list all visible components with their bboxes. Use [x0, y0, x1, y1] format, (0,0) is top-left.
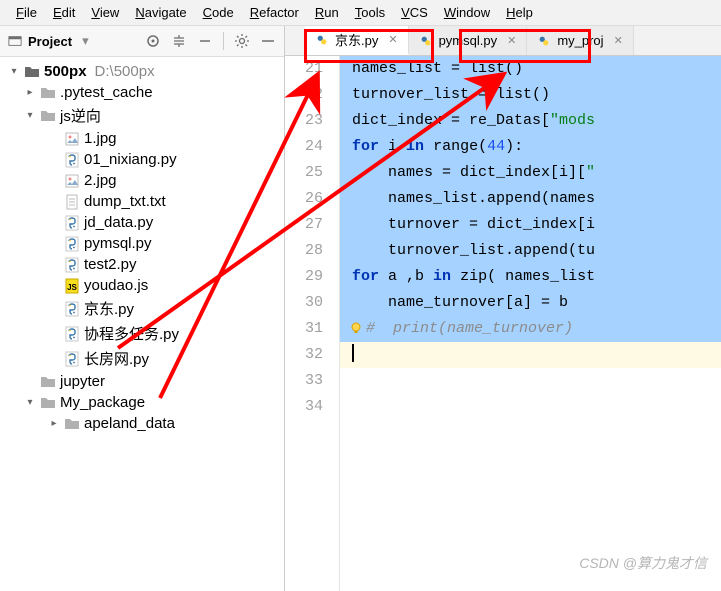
tree-root[interactable]: ▾ 500px D:\500px — [0, 61, 284, 82]
tree-root-name: 500px — [44, 63, 87, 80]
select-opened-file-icon[interactable] — [145, 33, 161, 49]
tree-item-label: pymsql.py — [84, 235, 152, 252]
code-line[interactable]: turnover_list.append(tu — [340, 238, 721, 264]
collapse-all-icon[interactable] — [197, 33, 213, 49]
python-file-icon — [537, 34, 551, 48]
tree-folder[interactable]: ▸ .pytest_cache — [0, 82, 284, 103]
menu-bar: FileEditViewNavigateCodeRefactorRunTools… — [0, 0, 721, 26]
code-line[interactable]: names_list.append(names — [340, 186, 721, 212]
tree-file[interactable]: 01_nixiang.py — [0, 149, 284, 170]
tree-file[interactable]: 长房网.py — [0, 346, 284, 371]
svg-text:JS: JS — [67, 283, 77, 292]
code-line[interactable]: turnover = dict_index[i — [340, 212, 721, 238]
tree-file[interactable]: test2.py — [0, 254, 284, 275]
tree-item-label: jupyter — [60, 373, 105, 390]
chevron-down-icon[interactable]: ▾ — [24, 397, 36, 408]
code-line[interactable]: for i in range(44): — [340, 134, 721, 160]
tree-folder[interactable]: jupyter — [0, 371, 284, 392]
tree-item-label: apeland_data — [84, 415, 175, 432]
watermark: CSDN @算力鬼才信 — [579, 553, 707, 573]
menu-run[interactable]: Run — [307, 3, 347, 22]
chevron-right-icon[interactable]: ▸ — [48, 418, 60, 429]
tree-item-label: js逆向 — [60, 105, 101, 126]
tree-item-label: 京东.py — [84, 298, 134, 319]
tree-item-label: 2.jpg — [84, 172, 117, 189]
chevron-right-icon[interactable]: ▸ — [24, 87, 36, 98]
menu-refactor[interactable]: Refactor — [242, 3, 307, 22]
tree-folder[interactable]: ▾ My_package — [0, 392, 284, 413]
tab-label: 京东.py — [335, 30, 378, 49]
code-line[interactable]: turnover_list = list() — [340, 82, 721, 108]
editor-tab[interactable]: 京东.py ✕ — [305, 26, 409, 55]
tree-file[interactable]: pymsql.py — [0, 233, 284, 254]
editor-tab[interactable]: pymsql.py ✕ — [409, 26, 528, 55]
menu-navigate[interactable]: Navigate — [127, 3, 194, 22]
close-icon[interactable]: ✕ — [614, 34, 623, 47]
code-line[interactable]: names_list = list() — [340, 56, 721, 82]
tree-file[interactable]: 京东.py — [0, 296, 284, 321]
tree-file[interactable]: 1.jpg — [0, 128, 284, 149]
folder-icon — [24, 64, 40, 80]
tree-item-label: jd_data.py — [84, 214, 153, 231]
editor-body[interactable]: 2122232425262728293031323334 names_list … — [285, 56, 721, 591]
project-panel-title: Project — [28, 34, 72, 49]
tree-file[interactable]: 协程多任务.py — [0, 321, 284, 346]
tab-label: my_proj — [557, 33, 603, 48]
chevron-down-icon[interactable]: ▾ — [24, 110, 36, 121]
code-line[interactable]: dict_index = re_Datas["mods — [340, 108, 721, 134]
code-line[interactable]: for a ,b in zip( names_list — [340, 264, 721, 290]
hide-panel-icon[interactable] — [260, 33, 276, 49]
python-file-icon — [419, 34, 433, 48]
tree-item-label: test2.py — [84, 256, 137, 273]
tree-item-label: .pytest_cache — [60, 84, 153, 101]
python-file-icon — [315, 33, 329, 47]
tree-item-label: 协程多任务.py — [84, 323, 179, 344]
code-line[interactable] — [340, 342, 721, 368]
project-panel: Project ▾ ▾ 500px D:\500px ▸ .pytest_cach… — [0, 26, 285, 591]
code-line[interactable]: name_turnover[a] = b — [340, 290, 721, 316]
intention-bulb-icon[interactable] — [349, 321, 363, 335]
close-icon[interactable]: ✕ — [507, 34, 516, 47]
tree-item-label: youdao.js — [84, 277, 148, 294]
menu-code[interactable]: Code — [195, 3, 242, 22]
gutter: 2122232425262728293031323334 — [285, 56, 340, 591]
code[interactable]: names_list = list()turnover_list = list(… — [340, 56, 721, 591]
editor-tab[interactable]: my_proj ✕ — [527, 26, 633, 55]
code-line[interactable] — [340, 368, 721, 394]
tree-folder[interactable]: ▸ apeland_data — [0, 413, 284, 434]
tree-item-label: 长房网.py — [84, 348, 149, 369]
tree-item-label: My_package — [60, 394, 145, 411]
code-line[interactable]: names = dict_index[i][" — [340, 160, 721, 186]
tree-item-label: 01_nixiang.py — [84, 151, 177, 168]
code-line[interactable]: # print(name_turnover) — [340, 316, 721, 342]
chevron-down-icon[interactable]: ▾ — [8, 66, 20, 77]
tab-label: pymsql.py — [439, 33, 498, 48]
project-panel-header: Project ▾ — [0, 26, 284, 57]
menu-file[interactable]: File — [8, 3, 45, 22]
close-icon[interactable]: ✕ — [388, 33, 397, 46]
project-icon — [8, 34, 22, 48]
project-tree[interactable]: ▾ 500px D:\500px ▸ .pytest_cache ▾ js逆向 1.jp… — [0, 57, 284, 591]
menu-window[interactable]: Window — [436, 3, 498, 22]
menu-edit[interactable]: Edit — [45, 3, 83, 22]
menu-help[interactable]: Help — [498, 3, 541, 22]
editor-area: 京东.py ✕ pymsql.py ✕ my_proj ✕ 212223242526272… — [285, 26, 721, 591]
tree-root-path: D:\500px — [95, 63, 155, 80]
tree-file[interactable]: JS youdao.js — [0, 275, 284, 296]
tree-folder[interactable]: ▾ js逆向 — [0, 103, 284, 128]
tree-file[interactable]: 2.jpg — [0, 170, 284, 191]
settings-gear-icon[interactable] — [234, 33, 250, 49]
tree-file[interactable]: jd_data.py — [0, 212, 284, 233]
menu-view[interactable]: View — [83, 3, 127, 22]
menu-vcs[interactable]: VCS — [393, 3, 436, 22]
code-line[interactable] — [340, 394, 721, 420]
tree-file[interactable]: dump_txt.txt — [0, 191, 284, 212]
menu-tools[interactable]: Tools — [347, 3, 393, 22]
tree-item-label: dump_txt.txt — [84, 193, 166, 210]
expand-all-icon[interactable] — [171, 33, 187, 49]
tree-item-label: 1.jpg — [84, 130, 117, 147]
editor-tabs: 京东.py ✕ pymsql.py ✕ my_proj ✕ — [285, 26, 721, 56]
